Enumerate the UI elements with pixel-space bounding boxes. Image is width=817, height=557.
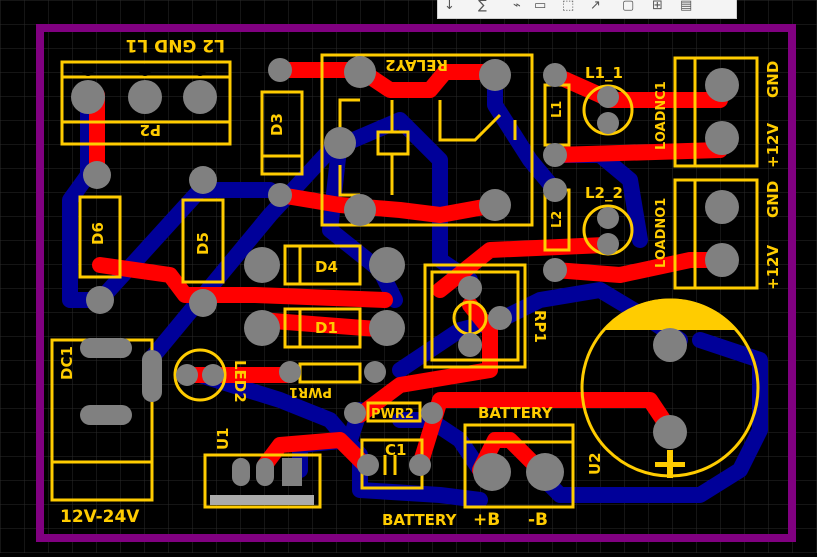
u1-heatsink-bar xyxy=(210,495,314,505)
relay2-pad-2 xyxy=(479,59,511,91)
d4-pad-left xyxy=(244,247,280,283)
relay2-label: RELAY2 xyxy=(385,56,448,74)
p2-pin-mark-1 xyxy=(82,64,94,76)
table-icon[interactable]: ⊞ xyxy=(652,0,663,13)
loadno1-label: LOADNO1 xyxy=(654,198,669,268)
loadnc1-pad-12v xyxy=(705,121,739,155)
battery-top-label: BATTERY xyxy=(478,404,554,422)
d6-label: D6 xyxy=(89,222,107,245)
dc1-pad-side xyxy=(142,350,162,402)
l1-1-label: L1_1 xyxy=(585,64,623,82)
u2-plus-mark xyxy=(667,450,673,478)
plus-b-label: +B xyxy=(473,510,500,530)
led2-pad-k xyxy=(202,364,224,386)
l1-1-pad-a xyxy=(597,86,619,108)
pcb-canvas: L2 GND L1 P2 D3 RELAY2 L1 L1_1 LOADNC1 G… xyxy=(0,0,817,553)
l2-label: L2 xyxy=(550,211,565,228)
d3-pad-a xyxy=(268,58,292,82)
p2-pin-mark-3 xyxy=(194,64,206,76)
loadno1-gnd-label: GND xyxy=(764,181,782,218)
l2-2-label: L2_2 xyxy=(585,184,623,202)
battery-bottom-label: BATTERY xyxy=(382,511,458,529)
u2-pad-pos xyxy=(653,328,687,362)
d3-pad-k xyxy=(268,183,292,207)
p2-label: P2 xyxy=(140,121,161,139)
c1-pad-pos xyxy=(409,454,431,476)
pwr2-pad-right xyxy=(421,402,443,424)
relay2-pad-1 xyxy=(344,56,376,88)
pwr1-pad-right xyxy=(364,361,386,383)
l1-label: L1 xyxy=(550,101,565,118)
battery-pad-plus xyxy=(473,453,511,491)
dc1-label: DC1 xyxy=(58,346,76,380)
copy-icon[interactable]: ↗ xyxy=(590,0,601,13)
led2-label: LED2 xyxy=(231,360,249,403)
pcb-layout: L2 GND L1 P2 D3 RELAY2 L1 L1_1 LOADNC1 G… xyxy=(0,0,817,553)
d5-label: D5 xyxy=(194,232,212,255)
loadnc1-label: LOADNC1 xyxy=(654,81,669,150)
p2-pad-l2 xyxy=(71,80,105,114)
p2-pad-l1 xyxy=(183,80,217,114)
u2-label: U2 xyxy=(586,452,604,475)
u1-pad-1 xyxy=(232,458,250,486)
loadno1-12v-label: +12V xyxy=(764,245,782,290)
d6-pad-bottom xyxy=(86,286,114,314)
pwr1-label: PWR1 xyxy=(289,384,332,399)
l1-pad-a xyxy=(543,63,567,87)
select-icon[interactable]: ⬚ xyxy=(562,0,574,13)
loadnc1-12v-label: +12V xyxy=(764,123,782,168)
rp1-pad-2 xyxy=(488,306,512,330)
u1-pad-2 xyxy=(256,458,274,486)
rp1-label: RP1 xyxy=(531,310,549,343)
p2-pins-label: L2 GND L1 xyxy=(126,35,225,55)
supply-label: 12V-24V xyxy=(60,507,140,527)
l1-1-pad-b xyxy=(597,112,619,134)
l2-2-pad-b xyxy=(597,233,619,255)
d4-label: D4 xyxy=(315,258,338,276)
u2-pad-neg xyxy=(653,415,687,449)
relay2-pad-3 xyxy=(324,127,356,159)
loadnc1-gnd-label: GND xyxy=(764,61,782,98)
minus-b-label: -B xyxy=(528,510,548,530)
loadno1-pad-12v xyxy=(705,243,739,277)
box-icon[interactable]: ▭ xyxy=(534,0,546,13)
led2-pad-a xyxy=(176,364,198,386)
pwr2-label: PWR2 xyxy=(371,407,414,422)
sigma-icon[interactable]: ∑ xyxy=(478,0,487,13)
p2-pad-gnd xyxy=(128,80,162,114)
l2-pad-b xyxy=(543,258,567,282)
d1-pad-right xyxy=(369,310,405,346)
battery-pad-minus xyxy=(526,453,564,491)
l1-pad-b xyxy=(543,143,567,167)
pwr1-pad-left xyxy=(279,361,301,383)
d6-pad-top xyxy=(83,161,111,189)
d3-label: D3 xyxy=(268,113,286,136)
u1-pad-3 xyxy=(282,458,302,486)
group-icon[interactable]: ▢ xyxy=(622,0,634,13)
grid-icon[interactable]: ▤ xyxy=(680,0,692,13)
route-icon[interactable]: ⌁ xyxy=(513,0,521,13)
floating-toolbar: ↓ ∑ ⌁ ▭ ⬚ ↗ ▢ ⊞ ▤ xyxy=(437,0,737,19)
dc1-pad-top xyxy=(80,338,132,358)
rp1-pad-1 xyxy=(458,276,482,300)
d4-pad-right xyxy=(369,247,405,283)
relay2-pad-5 xyxy=(479,189,511,221)
loadnc1-pad-gnd xyxy=(705,68,739,102)
arrow-down-icon[interactable]: ↓ xyxy=(444,0,455,13)
p2-pin-mark-2 xyxy=(139,64,151,76)
d5-pad-top xyxy=(189,166,217,194)
relay2-pad-4 xyxy=(344,194,376,226)
l2-pad-a xyxy=(543,178,567,202)
d1-label: D1 xyxy=(315,319,338,337)
loadno1-pad-gnd xyxy=(705,190,739,224)
rp1-pad-3 xyxy=(458,333,482,357)
u1-label: U1 xyxy=(214,427,232,450)
dc1-pad-bottom xyxy=(80,405,132,425)
c1-pad-neg xyxy=(357,454,379,476)
c1-label: C1 xyxy=(385,441,406,459)
l2-2-pad-a xyxy=(597,207,619,229)
d1-pad-left xyxy=(244,310,280,346)
pwr2-pad-left xyxy=(344,402,366,424)
d5-pad-bottom xyxy=(189,289,217,317)
